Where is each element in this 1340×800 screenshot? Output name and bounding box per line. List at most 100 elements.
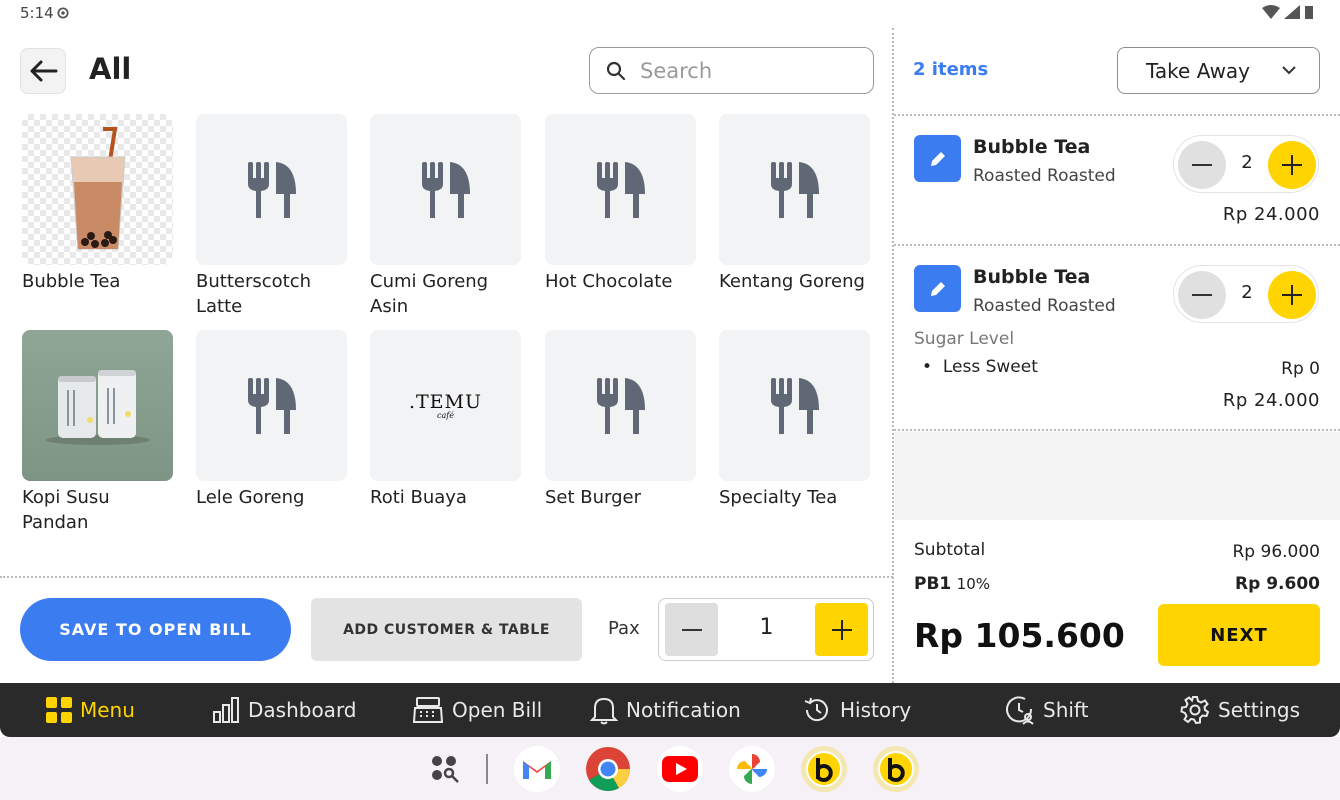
product-card[interactable]: Hot Chocolate bbox=[545, 114, 697, 294]
minus-icon bbox=[1192, 294, 1212, 296]
product-card[interactable]: Cumi Goreng Asin bbox=[370, 114, 522, 319]
signal-icon bbox=[1284, 5, 1300, 19]
youtube-icon[interactable] bbox=[657, 746, 703, 792]
decrement-button[interactable] bbox=[1178, 141, 1226, 189]
search-icon bbox=[606, 61, 626, 80]
bell-icon bbox=[590, 697, 618, 725]
utensils-icon bbox=[770, 161, 819, 218]
product-card[interactable]: .TEMU café Roti Buaya bbox=[370, 330, 522, 510]
wifi-icon bbox=[1262, 5, 1280, 19]
product-card[interactable]: Set Burger bbox=[545, 330, 697, 510]
product-card[interactable]: Specialty Tea bbox=[719, 330, 871, 510]
tax-label: PB1 10% bbox=[914, 574, 990, 594]
quantity-value[interactable]: 2 bbox=[1236, 282, 1258, 303]
bullet: • bbox=[922, 357, 943, 377]
bold-app-icon[interactable] bbox=[873, 746, 919, 792]
product-name: Butterscotch Latte bbox=[196, 271, 311, 317]
utensils-icon bbox=[421, 161, 470, 218]
product-name: Kentang Goreng bbox=[719, 271, 865, 292]
gear-icon bbox=[1180, 696, 1210, 725]
subtotal-value: Rp 96.000 bbox=[1232, 542, 1321, 562]
order-type-dropdown[interactable]: Take Away bbox=[1117, 47, 1320, 94]
product-card[interactable]: Bubble Tea bbox=[22, 114, 174, 294]
utensils-icon bbox=[596, 377, 645, 434]
pax-label: Pax bbox=[608, 618, 640, 639]
increment-button[interactable] bbox=[1268, 141, 1316, 189]
modifier-name: Less Sweet bbox=[942, 357, 1038, 377]
pax-decrement-button[interactable] bbox=[665, 603, 718, 656]
nav-label: Notification bbox=[626, 698, 741, 722]
product-image bbox=[545, 330, 696, 481]
history-icon bbox=[804, 697, 828, 722]
decrement-button[interactable] bbox=[1178, 271, 1226, 319]
pax-increment-button[interactable] bbox=[815, 603, 868, 656]
product-image: .TEMU café bbox=[370, 330, 521, 481]
save-to-open-bill-button[interactable]: SAVE TO OPEN BILL bbox=[20, 598, 291, 661]
cart-item-variant: Roasted Roasted bbox=[973, 166, 1116, 186]
product-card[interactable]: Kopi Susu Pandan bbox=[22, 330, 174, 535]
product-image bbox=[196, 330, 347, 481]
product-card[interactable]: Butterscotch Latte bbox=[196, 114, 348, 319]
nav-item-shift[interactable]: Shift bbox=[1005, 683, 1088, 737]
battery-icon bbox=[1305, 6, 1313, 19]
cart-item-price: Rp 24.000 bbox=[1222, 204, 1320, 225]
product-name: Specialty Tea bbox=[719, 487, 838, 508]
product-name: Cumi Goreng Asin bbox=[370, 271, 489, 317]
utensils-icon bbox=[770, 377, 819, 434]
tax-value: Rp 9.600 bbox=[1235, 574, 1320, 594]
status-icons bbox=[1262, 5, 1314, 19]
divider bbox=[0, 576, 893, 578]
menu-panel: All Bubble Tea Butterscotch Latte bbox=[0, 28, 893, 683]
utensils-icon bbox=[247, 161, 296, 218]
product-name: Kopi Susu Pandan bbox=[22, 487, 110, 533]
quantity-value[interactable]: 2 bbox=[1236, 152, 1258, 173]
tax-name: PB1 bbox=[914, 574, 952, 594]
product-image bbox=[22, 330, 173, 481]
next-button[interactable]: NEXT bbox=[1158, 604, 1320, 666]
nav-item-dashboard[interactable]: Dashboard bbox=[212, 683, 357, 737]
cart-item[interactable]: Bubble Tea Roasted Roasted 2 Sugar Level… bbox=[894, 244, 1340, 430]
plus-icon bbox=[831, 619, 852, 640]
nav-item-open-bill[interactable]: Open Bill bbox=[412, 683, 542, 737]
pencil-icon bbox=[930, 281, 945, 296]
arrow-left-icon bbox=[30, 60, 58, 82]
increment-button[interactable] bbox=[1268, 271, 1316, 319]
product-card[interactable]: Lele Goreng bbox=[196, 330, 348, 510]
app-drawer-icon[interactable] bbox=[422, 746, 468, 792]
add-customer-table-button[interactable]: ADD CUSTOMER & TABLE bbox=[311, 598, 582, 661]
search-input[interactable] bbox=[640, 58, 840, 83]
nav-item-history[interactable]: History bbox=[802, 683, 911, 737]
gmail-icon[interactable] bbox=[514, 746, 560, 792]
chevron-down-icon bbox=[1282, 66, 1296, 75]
cart-item-count: 2 items bbox=[913, 59, 989, 80]
product-name: Bubble Tea bbox=[22, 271, 121, 292]
product-image bbox=[370, 114, 521, 265]
nav-label: Dashboard bbox=[248, 698, 357, 722]
nav-item-menu[interactable]: Menu bbox=[46, 683, 135, 737]
product-image bbox=[719, 330, 870, 481]
status-time: 5:14 bbox=[20, 4, 54, 22]
product-name: Roti Buaya bbox=[370, 487, 467, 508]
bottom-navigation: Menu Dashboard Open Bill Notification Hi… bbox=[0, 683, 1340, 737]
product-name: Hot Chocolate bbox=[545, 271, 673, 292]
photos-icon[interactable] bbox=[729, 746, 775, 792]
cart-empty-space bbox=[894, 432, 1340, 520]
cart-item-name: Bubble Tea bbox=[973, 136, 1091, 158]
pax-value[interactable]: 1 bbox=[749, 615, 784, 640]
nav-item-notification[interactable]: Notification bbox=[590, 683, 741, 737]
temu-cafe-logo: .TEMU bbox=[408, 391, 483, 413]
plus-icon bbox=[1282, 285, 1302, 305]
back-button[interactable] bbox=[20, 48, 66, 94]
nav-item-settings[interactable]: Settings bbox=[1180, 683, 1300, 737]
chrome-icon[interactable] bbox=[585, 746, 631, 792]
bold-app-icon[interactable] bbox=[801, 746, 847, 792]
cart-item[interactable]: Bubble Tea Roasted Roasted 2 Rp 24.000 bbox=[894, 114, 1340, 244]
search-box[interactable] bbox=[589, 47, 874, 94]
edit-item-button[interactable] bbox=[914, 265, 961, 312]
android-taskbar bbox=[0, 737, 1340, 800]
product-image bbox=[545, 114, 696, 265]
cart-item-name: Bubble Tea bbox=[973, 266, 1091, 288]
product-card[interactable]: Kentang Goreng bbox=[719, 114, 871, 294]
edit-item-button[interactable] bbox=[914, 135, 961, 182]
cart-item-price: Rp 24.000 bbox=[1222, 390, 1320, 411]
